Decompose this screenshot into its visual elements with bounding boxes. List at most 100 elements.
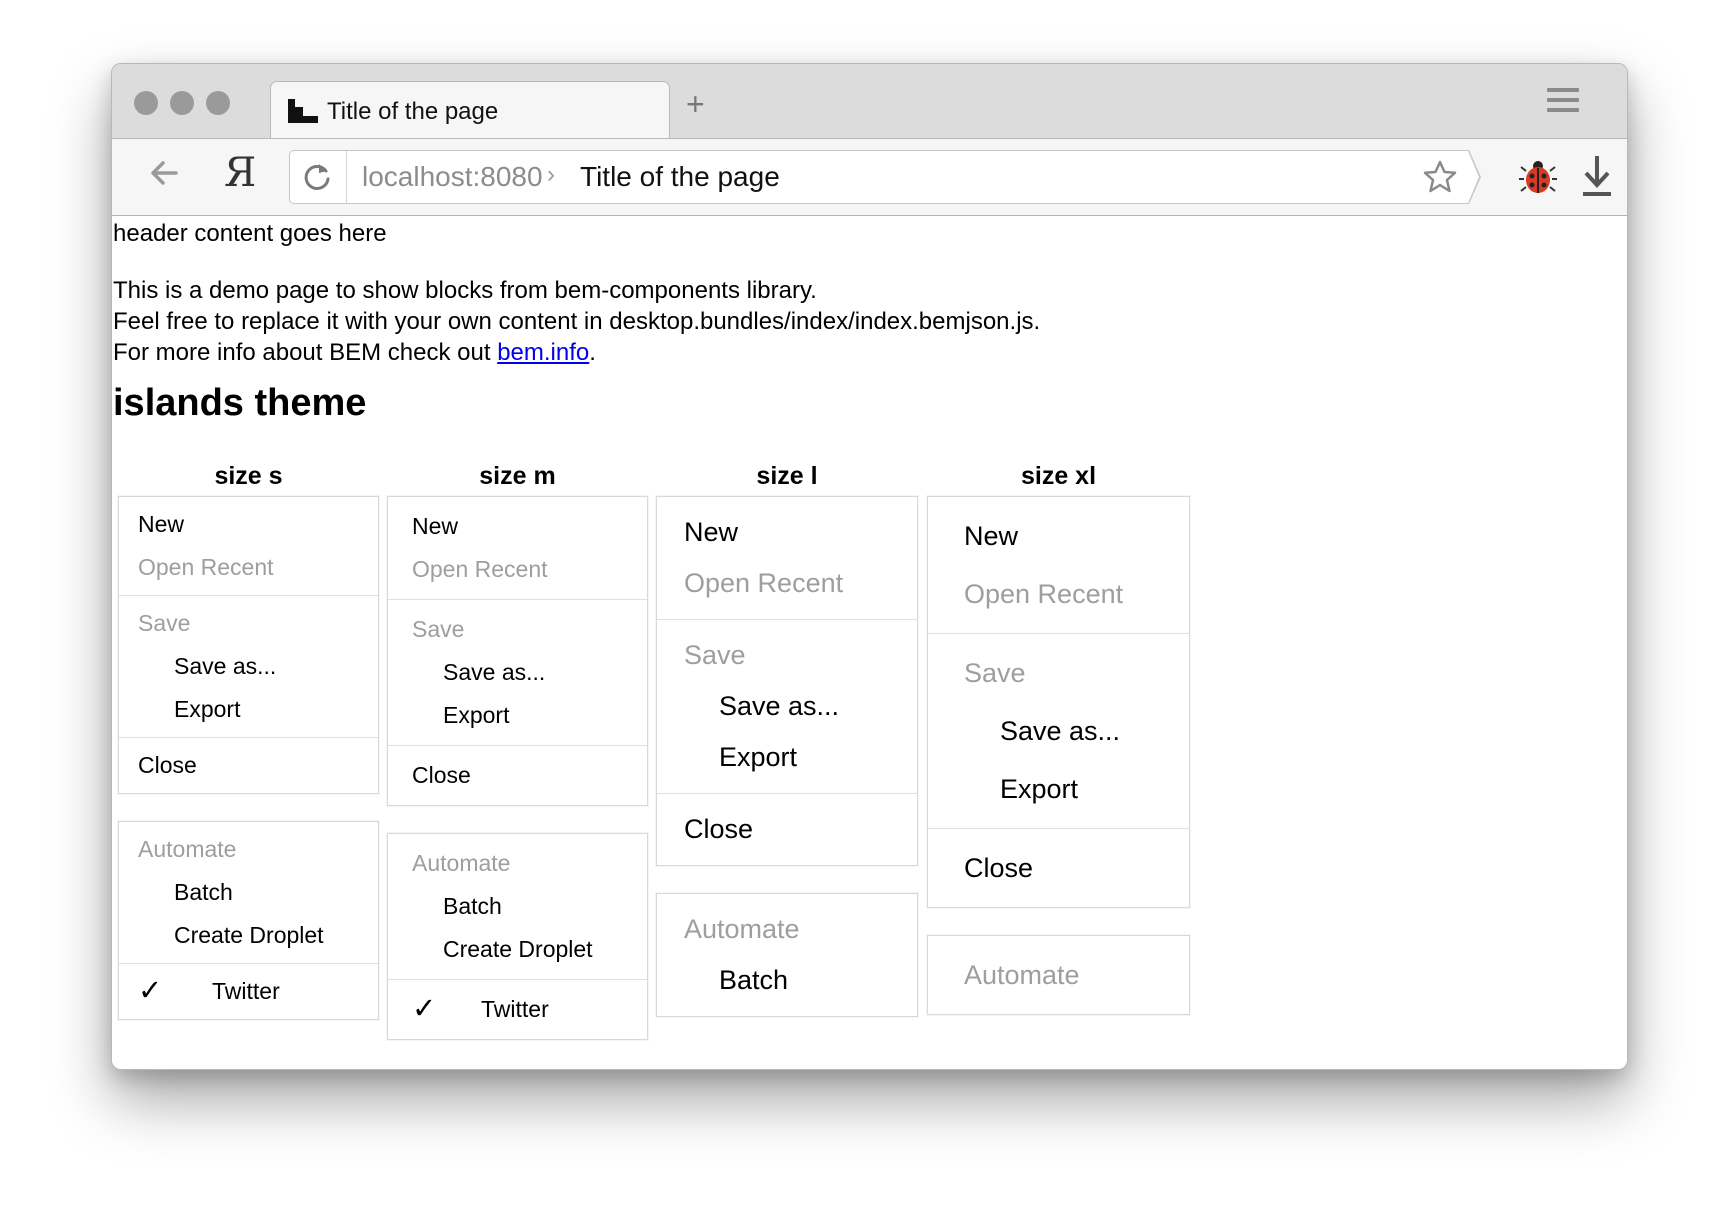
menu: Automate bbox=[927, 935, 1190, 1015]
reload-icon[interactable] bbox=[300, 160, 334, 194]
menu-item-label: Batch bbox=[174, 879, 233, 905]
menu-group-title: Save bbox=[388, 608, 647, 651]
menu-group-title: Automate bbox=[657, 904, 917, 955]
menu-item[interactable]: Export bbox=[388, 694, 647, 737]
menu-item-label: Open Recent bbox=[964, 579, 1124, 609]
column-heading: size s bbox=[214, 462, 283, 490]
menu-item[interactable]: Create Droplet bbox=[119, 914, 378, 957]
menu-item-label: New bbox=[964, 521, 1019, 551]
menu-icon[interactable] bbox=[1547, 88, 1579, 114]
menu-item[interactable]: Close bbox=[388, 754, 647, 797]
ladybug-icon[interactable] bbox=[1518, 157, 1558, 197]
menu-group: Automate Batch Create Droplet bbox=[388, 834, 647, 979]
menu-group: Automate Batch bbox=[657, 894, 917, 1016]
menu-group-title: Open Recent bbox=[928, 565, 1189, 623]
column-heading: size l bbox=[756, 462, 818, 490]
menu-item[interactable]: Close bbox=[119, 744, 378, 787]
menu-group: ✓ Twitter bbox=[388, 979, 647, 1039]
menu-item[interactable]: Export bbox=[928, 760, 1189, 818]
bem-info-link[interactable]: bem.info bbox=[497, 339, 589, 366]
menu-item[interactable]: Save as... bbox=[657, 681, 917, 732]
menu-item[interactable]: Save as... bbox=[928, 702, 1189, 760]
menu-item[interactable]: Batch bbox=[119, 871, 378, 914]
menu-group: New Open Recent bbox=[388, 497, 647, 599]
menu-group: New Open Recent bbox=[119, 497, 378, 595]
menu-item-label: Save as... bbox=[443, 659, 546, 685]
yandex-logo-icon[interactable]: Я bbox=[224, 150, 256, 196]
menu-item[interactable]: Close bbox=[928, 839, 1189, 897]
tab-title: Title of the page bbox=[327, 98, 499, 125]
menu-item[interactable]: Batch bbox=[657, 955, 917, 1006]
menu-item[interactable]: Create Droplet bbox=[388, 928, 647, 971]
menu: New Open Recent Save Save as... Export Close bbox=[927, 496, 1190, 908]
intro-line-2: Feel free to replace it with your own co… bbox=[113, 308, 1041, 335]
menu-item-label: New bbox=[412, 513, 459, 539]
menu-item-label: Twitter bbox=[212, 978, 280, 1004]
zoom-window-button[interactable] bbox=[206, 91, 230, 115]
menu-item-label: Automate bbox=[412, 850, 511, 876]
menu-group: Automate Batch Create Droplet bbox=[119, 822, 378, 963]
menu-item-label: Open Recent bbox=[138, 554, 274, 580]
menu: Automate Batch Create Droplet ✓ Twitter bbox=[387, 833, 648, 1040]
theme-heading: islands theme bbox=[113, 382, 367, 424]
menu: New Open Recent Save Save as... Export Close bbox=[118, 496, 379, 794]
menu-group-title: Open Recent bbox=[119, 546, 378, 589]
browser-tab[interactable]: Title of the page bbox=[270, 81, 670, 139]
navigation-toolbar: Я localhost:8080 › Title of the page bbox=[112, 138, 1627, 216]
page-header-text: header content goes here bbox=[113, 220, 387, 247]
menu-column-size-m: size m New Open Recent Save Save as... Export… bbox=[387, 462, 648, 1069]
menu-item[interactable]: Save as... bbox=[388, 651, 647, 694]
back-arrow-icon[interactable] bbox=[146, 155, 182, 191]
menu-item[interactable]: New bbox=[928, 507, 1189, 565]
menu-column-size-s: size s New Open Recent Save Save as... Export… bbox=[118, 462, 379, 1069]
menu-group-title: Open Recent bbox=[657, 558, 917, 609]
menu-item[interactable]: Batch bbox=[388, 885, 647, 928]
menu-item-label: Save bbox=[412, 616, 465, 642]
menu-item[interactable]: Export bbox=[119, 688, 378, 731]
bookmark-star-icon[interactable] bbox=[1422, 159, 1458, 195]
address-divider bbox=[346, 151, 347, 203]
url-separator: › bbox=[547, 161, 555, 188]
menu-group: New Open Recent bbox=[928, 497, 1189, 633]
menu-group-title: Automate bbox=[388, 842, 647, 885]
address-bar-tip-fill bbox=[1468, 151, 1479, 203]
menu-item-label: Save as... bbox=[1000, 716, 1121, 746]
menu-item-label: Batch bbox=[443, 893, 502, 919]
minimize-window-button[interactable] bbox=[170, 91, 194, 115]
address-bar[interactable]: localhost:8080 › Title of the page bbox=[289, 150, 1469, 204]
menu-item-label: Twitter bbox=[481, 996, 549, 1022]
menu: New Open Recent Save Save as... Export Close bbox=[387, 496, 648, 806]
menu-item-label: New bbox=[138, 511, 185, 537]
menu-item[interactable]: New bbox=[119, 503, 378, 546]
menu-group: Close bbox=[388, 745, 647, 805]
menu-group: New Open Recent bbox=[657, 497, 917, 619]
new-tab-button[interactable]: + bbox=[686, 88, 705, 120]
menu-item[interactable]: New bbox=[657, 507, 917, 558]
menu-group-title: Automate bbox=[928, 946, 1189, 1004]
menu-group: ✓ Twitter bbox=[119, 963, 378, 1019]
menu-item-label: Export bbox=[1000, 774, 1079, 804]
menu-group-title: Save bbox=[928, 644, 1189, 702]
menu-item[interactable]: New bbox=[388, 505, 647, 548]
menu-item-label: Create Droplet bbox=[174, 922, 324, 948]
close-window-button[interactable] bbox=[134, 91, 158, 115]
menu-item-label: Close bbox=[138, 752, 197, 778]
column-heading: size xl bbox=[1020, 462, 1097, 490]
menu-item[interactable]: ✓ Twitter bbox=[119, 970, 378, 1013]
intro-line-1: This is a demo page to show blocks from … bbox=[113, 277, 817, 304]
browser-window: Title of the page + Я localhost:8080 › T… bbox=[111, 63, 1628, 1070]
menu-item[interactable]: Save as... bbox=[119, 645, 378, 688]
checkmark-icon: ✓ bbox=[412, 993, 437, 1025]
menu-group-title: Save bbox=[657, 630, 917, 681]
menu-item[interactable]: Close bbox=[657, 804, 917, 855]
menu-item-label: Batch bbox=[719, 965, 789, 995]
menu-item-label: Export bbox=[443, 702, 510, 728]
menu-item[interactable]: ✓ Twitter bbox=[388, 988, 647, 1031]
menu-item[interactable]: Export bbox=[657, 732, 917, 783]
menu-item-label: New bbox=[684, 517, 739, 547]
download-icon[interactable] bbox=[1579, 153, 1615, 199]
menu-group: Close bbox=[119, 737, 378, 793]
menu-item-label: Automate bbox=[138, 836, 237, 862]
menu-group: Save Save as... Export bbox=[388, 599, 647, 745]
menu-column-size-l: size l New Open Recent Save Save as... Export… bbox=[656, 462, 918, 1069]
